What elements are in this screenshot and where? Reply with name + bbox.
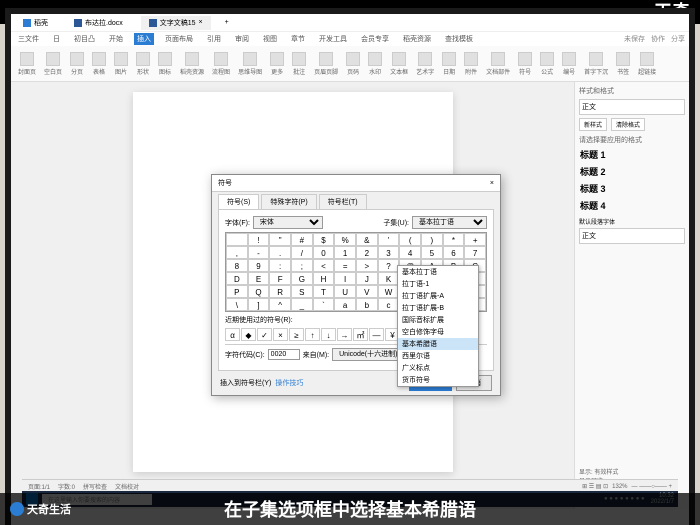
ribbon-日期[interactable]: 日期 [439, 52, 459, 76]
close-icon[interactable]: × [490, 180, 494, 187]
ribbon-文档部件[interactable]: 文档部件 [483, 52, 513, 76]
subtitle-bar: 天奇生活 在子集选项框中选择基本希腊语 [0, 493, 700, 525]
dialog-title: 符号 [218, 178, 232, 188]
tab-doc1[interactable]: 布达拉.docx [66, 16, 131, 30]
tab-home[interactable]: 稻壳 [15, 16, 56, 30]
insert-to-bar-link[interactable]: 插入到符号栏(Y) [220, 378, 271, 388]
ribbon-文本框[interactable]: 文本框 [387, 52, 411, 76]
ribbon-符号[interactable]: 符号 [515, 52, 535, 76]
ribbon-图标[interactable]: 图标 [155, 52, 175, 76]
heading-3[interactable]: 标题 3 [579, 181, 685, 196]
ribbon-页眉页脚[interactable]: 页眉页脚 [311, 52, 341, 76]
subset-option[interactable]: 基本希腊语 [398, 338, 478, 350]
ribbon-页码[interactable]: 页码 [343, 52, 363, 76]
tips-link[interactable]: 操作技巧 [275, 378, 303, 388]
tab-special[interactable]: 特殊字符(P) [261, 194, 316, 209]
ribbon-形状[interactable]: 形状 [133, 52, 153, 76]
tab-doc2[interactable]: 文字文稿15 × [141, 16, 211, 30]
subset-option[interactable]: 拉丁语扩展-B [398, 302, 478, 314]
styles-panel: 样式和格式 正文 新样式 清除格式 请选择要应用的格式 标题 1 标题 2 标题… [574, 82, 689, 509]
font-select[interactable]: 宋体 [253, 216, 323, 229]
ribbon-表格[interactable]: 表格 [89, 52, 109, 76]
monitor: 稻壳 布达拉.docx 文字文稿15 × + 三文件 日 初目凸 开始 插入 页… [5, 8, 695, 525]
subset-select[interactable]: 基本拉丁语 [412, 216, 487, 229]
ribbon-公式[interactable]: 公式 [537, 52, 557, 76]
ribbon-稻壳资源[interactable]: 稻壳资源 [177, 52, 207, 76]
ribbon-艺术字[interactable]: 艺术字 [413, 52, 437, 76]
ribbon-首字下沉[interactable]: 首字下沉 [581, 52, 611, 76]
ribbon-超链接[interactable]: 超链接 [635, 52, 659, 76]
symbol-dialog: 符号 × 符号(S) 特殊字符(P) 符号栏(T) 字体(F): 宋体 子集(U… [211, 174, 501, 396]
ribbon-书签[interactable]: 书签 [613, 52, 633, 76]
subset-option[interactable]: 国际音标扩展 [398, 314, 478, 326]
subset-option[interactable]: 拉丁语扩展-A [398, 290, 478, 302]
heading-4[interactable]: 标题 4 [579, 198, 685, 213]
zoom-level[interactable]: 132% [612, 484, 627, 490]
menubar: 三文件 日 初目凸 开始 插入 页面布局 引用 审阅 视图 章节 开发工具 会员… [11, 32, 689, 46]
brand-logo: 天奇生活 [10, 501, 71, 517]
ribbon-批注[interactable]: 批注 [289, 52, 309, 76]
char-code-input[interactable] [268, 349, 300, 360]
menu-insert[interactable]: 插入 [134, 33, 154, 45]
clear-format-button[interactable]: 清除格式 [611, 118, 645, 131]
ribbon-分页[interactable]: 分页 [67, 52, 87, 76]
subset-option[interactable]: 拉丁语-1 [398, 278, 478, 290]
ribbon-封面页[interactable]: 封面页 [15, 52, 39, 76]
ribbon-更多[interactable]: 更多 [267, 52, 287, 76]
subset-option[interactable]: 货币符号 [398, 374, 478, 386]
subset-option[interactable]: 西里尔语 [398, 350, 478, 362]
titlebar: 稻壳 布达拉.docx 文字文稿15 × + [11, 14, 689, 32]
subset-option[interactable]: 广义标点 [398, 362, 478, 374]
ribbon-附件[interactable]: 附件 [461, 52, 481, 76]
ribbon-空白页[interactable]: 空白页 [41, 52, 65, 76]
subset-dropdown[interactable]: 基本拉丁语拉丁语-1拉丁语扩展-A拉丁语扩展-B国际音标扩展空白修饰字母基本希腊… [397, 265, 479, 387]
ribbon-思维导图[interactable]: 思维导图 [235, 52, 265, 76]
subset-option[interactable]: 基本拉丁语 [398, 266, 478, 278]
ribbon-流程图[interactable]: 流程图 [209, 52, 233, 76]
menu-file[interactable]: 三文件 [15, 33, 42, 45]
ribbon-编号[interactable]: 编号 [559, 52, 579, 76]
heading-2[interactable]: 标题 2 [579, 164, 685, 179]
subtitle-text: 在子集选项框中选择基本希腊语 [224, 496, 476, 522]
ribbon-图片[interactable]: 图片 [111, 52, 131, 76]
ribbon-水印[interactable]: 水印 [365, 52, 385, 76]
ribbon: 封面页空白页分页表格图片形状图标稻壳资源流程图思维导图更多批注页眉页脚页码水印文… [11, 46, 689, 82]
new-style-button[interactable]: 新样式 [579, 118, 607, 131]
heading-1[interactable]: 标题 1 [579, 147, 685, 162]
tab-symbolbar[interactable]: 符号栏(T) [319, 194, 367, 209]
tab-symbols[interactable]: 符号(S) [218, 194, 259, 209]
subset-option[interactable]: 空白修饰字母 [398, 326, 478, 338]
